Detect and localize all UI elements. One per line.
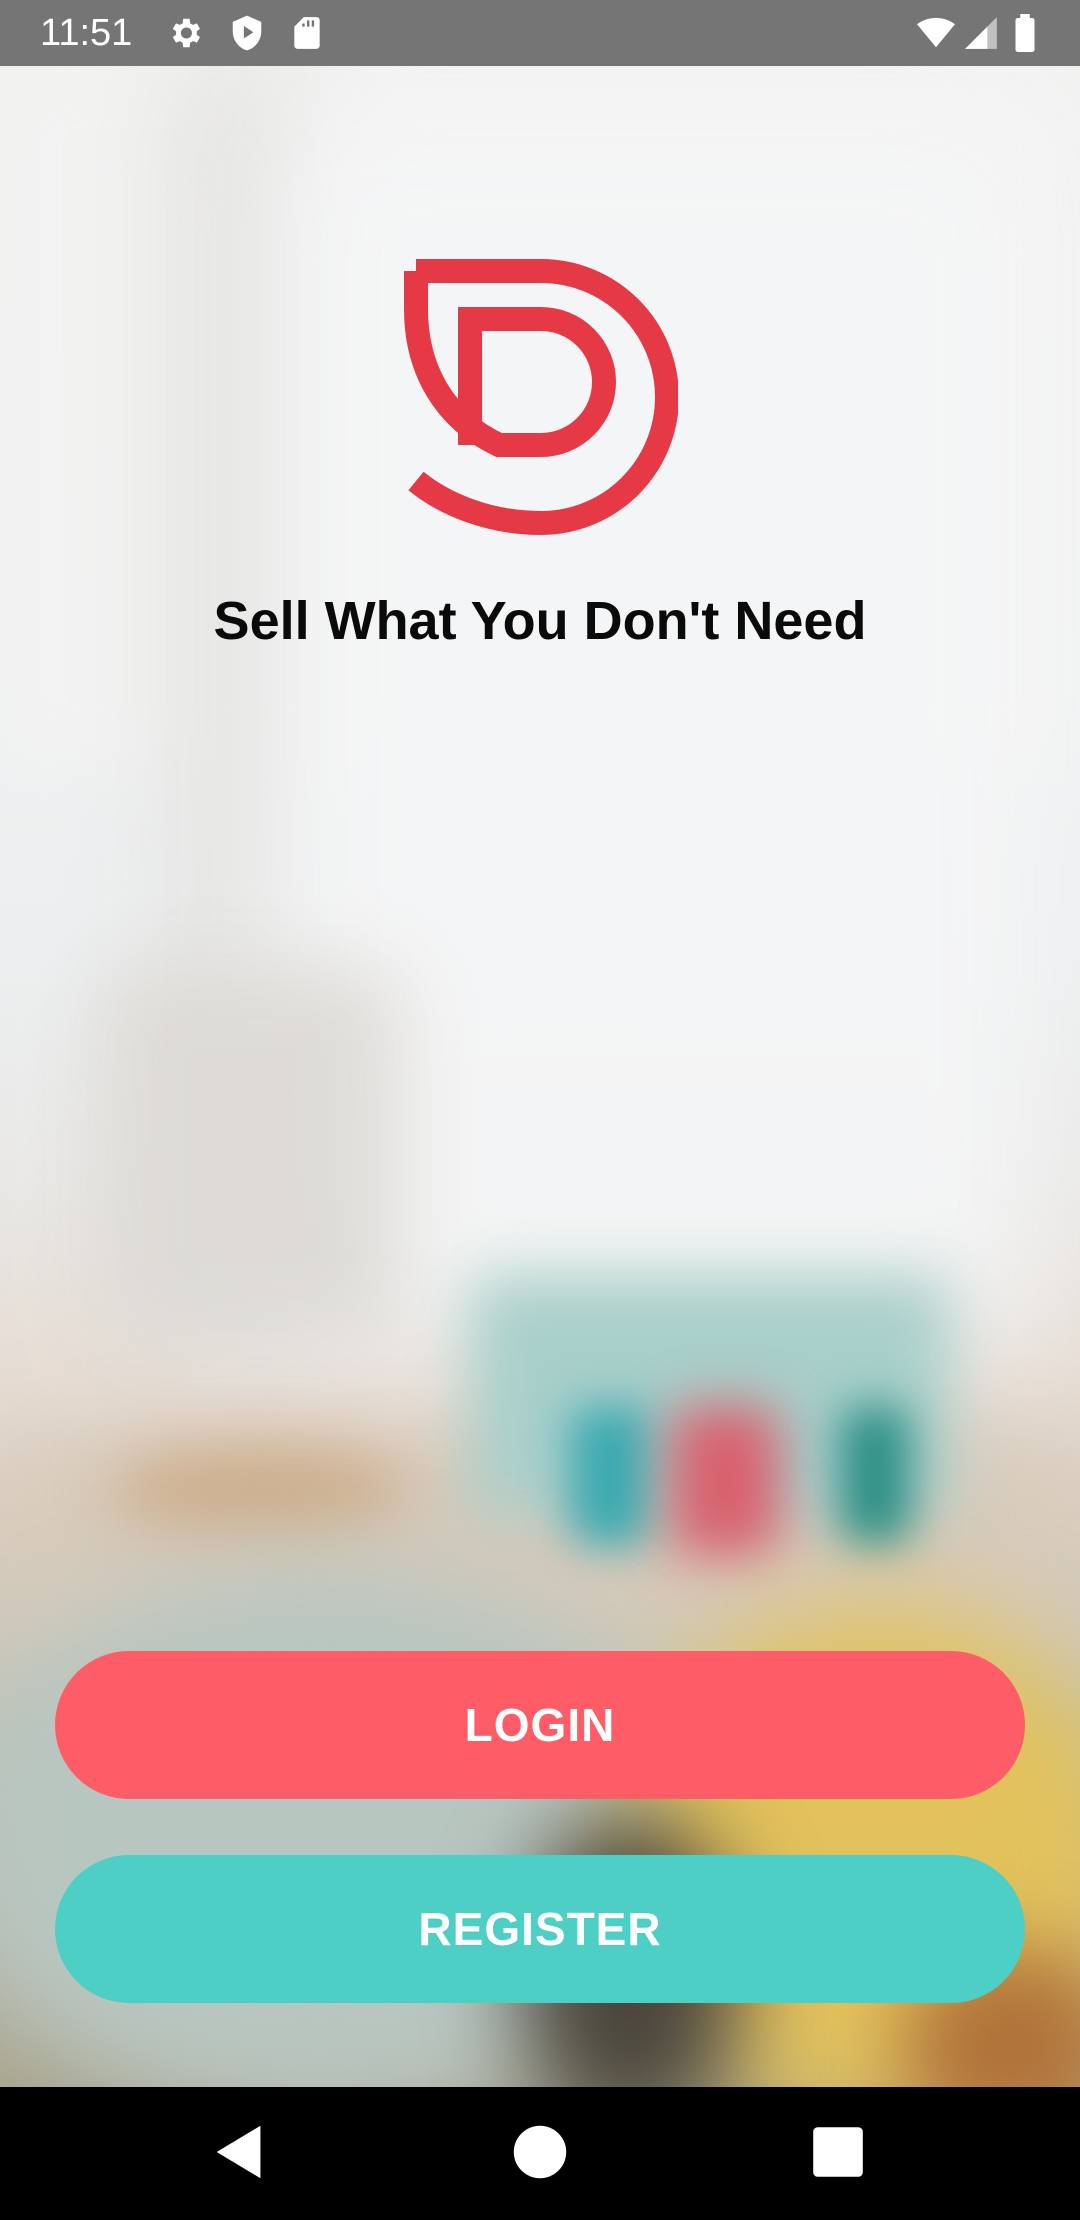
wifi-icon bbox=[914, 14, 958, 52]
recents-icon[interactable] bbox=[803, 2117, 873, 2187]
background-book-green bbox=[840, 1406, 910, 1546]
register-button[interactable]: REGISTER bbox=[55, 1855, 1025, 2003]
shield-play-icon bbox=[228, 14, 266, 52]
welcome-screen: Sell What You Don't Need LOGIN REGISTER bbox=[0, 66, 1080, 2087]
tagline: Sell What You Don't Need bbox=[213, 591, 867, 651]
app-screen: 11:51 Sell What You Don't Need LOGIN REG… bbox=[0, 0, 1080, 2220]
sd-card-icon bbox=[288, 14, 326, 52]
background-book-teal bbox=[570, 1406, 650, 1546]
status-time: 11:51 bbox=[40, 12, 133, 54]
login-button-label: LOGIN bbox=[464, 1699, 616, 1751]
battery-icon bbox=[1010, 14, 1040, 52]
brand-logo bbox=[404, 259, 678, 535]
home-icon[interactable] bbox=[505, 2117, 575, 2187]
back-icon[interactable] bbox=[205, 2117, 275, 2187]
settings-icon bbox=[166, 14, 204, 52]
cellular-signal-icon bbox=[962, 14, 1000, 52]
login-button[interactable]: LOGIN bbox=[55, 1651, 1025, 1799]
background-bowl bbox=[110, 1446, 410, 1536]
register-button-label: REGISTER bbox=[418, 1903, 662, 1955]
status-bar: 11:51 bbox=[0, 0, 1080, 66]
background-lamp bbox=[100, 966, 400, 1346]
navigation-bar bbox=[0, 2087, 1080, 2220]
background-clock bbox=[670, 1406, 780, 1556]
